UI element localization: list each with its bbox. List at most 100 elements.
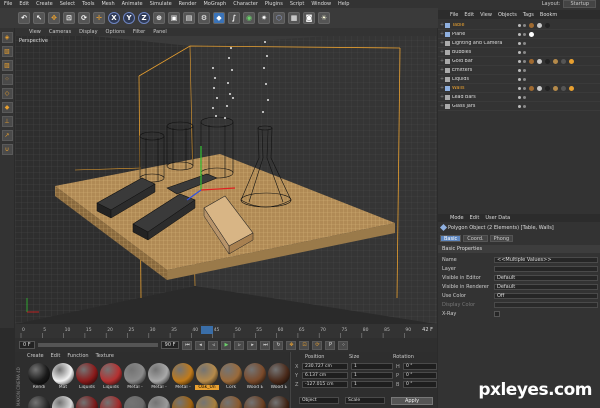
- visibility-editor-dot[interactable]: [518, 68, 521, 72]
- undo-icon[interactable]: ↶: [18, 12, 30, 24]
- use-color-dropdown[interactable]: Off: [494, 293, 598, 299]
- light-icon[interactable]: ☀: [318, 12, 330, 24]
- cube-icon[interactable]: ◆: [213, 12, 225, 24]
- menu-file[interactable]: File: [4, 1, 12, 7]
- rotation-b-field[interactable]: 0 °: [403, 381, 437, 388]
- go-to-start-icon[interactable]: ⏮: [182, 340, 193, 350]
- visibility-editor-dot[interactable]: [518, 41, 521, 45]
- start-frame-field[interactable]: 0 F: [19, 341, 35, 349]
- visibility-render-dot[interactable]: [523, 77, 526, 81]
- viewport-menu-view[interactable]: View: [29, 29, 41, 35]
- material-tag-icon[interactable]: [553, 58, 558, 64]
- attribute-menu-userdata[interactable]: User Data: [485, 215, 510, 221]
- material-menu-texture[interactable]: Texture: [96, 353, 114, 359]
- menu-mesh[interactable]: Mesh: [101, 1, 114, 7]
- visibility-editor-dot[interactable]: [518, 95, 521, 99]
- object-menu-file[interactable]: File: [450, 12, 458, 18]
- material-swatch[interactable]: Wood E: [243, 362, 267, 394]
- menu-script[interactable]: Script: [290, 1, 305, 7]
- material-swatch[interactable]: [244, 396, 266, 408]
- position-x-field[interactable]: 230.727 cm: [302, 363, 348, 370]
- size-y-field[interactable]: 1: [351, 372, 393, 379]
- object-menu-view[interactable]: View: [480, 12, 492, 18]
- visibility-render-dot[interactable]: [523, 68, 526, 72]
- visibility-render-dot[interactable]: [523, 95, 526, 99]
- previous-key-icon[interactable]: ◂: [195, 340, 206, 350]
- object-row[interactable]: + Table: [438, 21, 600, 30]
- object-row[interactable]: + Plane: [438, 30, 600, 39]
- next-key-icon[interactable]: ▸: [247, 340, 258, 350]
- live-select-icon[interactable]: ↖: [33, 12, 45, 24]
- menu-plugins[interactable]: Plugins: [265, 1, 283, 7]
- material-swatch[interactable]: [100, 396, 122, 408]
- visible-renderer-dropdown[interactable]: Default: [494, 284, 598, 290]
- material-tag-icon[interactable]: [529, 85, 534, 91]
- viewport-menu-display[interactable]: Display: [79, 29, 97, 35]
- points-mode-icon[interactable]: ⁘: [1, 74, 13, 85]
- object-menu-objects[interactable]: Objects: [498, 12, 517, 18]
- menu-create[interactable]: Create: [36, 1, 53, 7]
- size-z-field[interactable]: 1: [351, 381, 393, 388]
- visibility-editor-dot[interactable]: [518, 32, 521, 36]
- menu-edit[interactable]: Edit: [19, 1, 29, 7]
- viewport-menu-filter[interactable]: Filter: [133, 29, 145, 35]
- viewport-menu-options[interactable]: Options: [106, 29, 125, 35]
- make-editable-icon[interactable]: ◈: [1, 32, 13, 43]
- expand-icon[interactable]: +: [438, 86, 444, 91]
- layout-dropdown[interactable]: Startup: [563, 0, 596, 8]
- menu-simulate[interactable]: Simulate: [150, 1, 172, 7]
- scale-icon[interactable]: ⊡: [63, 12, 75, 24]
- material-swatch[interactable]: Wood E: [267, 362, 291, 394]
- material-swatch[interactable]: Oak_Un: [195, 362, 219, 394]
- layer-field[interactable]: [494, 266, 598, 272]
- visibility-editor-dot[interactable]: [518, 50, 521, 54]
- material-swatch[interactable]: [28, 396, 50, 408]
- visibility-render-dot[interactable]: [523, 59, 526, 63]
- expand-icon[interactable]: +: [438, 23, 444, 28]
- material-tag-icon[interactable]: [561, 58, 566, 64]
- name-field[interactable]: <<Multiple Values>>: [494, 257, 598, 263]
- perspective-viewport[interactable]: View Cameras Display Options Filter Pane…: [15, 28, 437, 324]
- object-row[interactable]: + Emitters: [438, 66, 600, 75]
- expand-icon[interactable]: +: [438, 68, 444, 73]
- axis-mode-icon[interactable]: ⊥: [1, 116, 13, 127]
- material-menu-create[interactable]: Create: [27, 353, 44, 359]
- tab-basic[interactable]: Basic: [440, 235, 462, 242]
- next-frame-icon[interactable]: ▹: [234, 340, 245, 350]
- visibility-render-dot[interactable]: [523, 23, 526, 27]
- expand-icon[interactable]: +: [438, 77, 444, 82]
- spline-icon[interactable]: ∫: [228, 12, 240, 24]
- object-name[interactable]: Lead Bars: [450, 95, 510, 100]
- timeline-ruler[interactable]: 0 5 10 15 20 25 30 35 40 45 50 55 60 65 70 75 80 85 90 42 …: [15, 324, 437, 338]
- tab-phong[interactable]: Phong: [489, 235, 514, 242]
- menu-tools[interactable]: Tools: [82, 1, 94, 7]
- visibility-render-dot[interactable]: [523, 104, 526, 108]
- menu-mograph[interactable]: MoGraph: [203, 1, 226, 7]
- object-menu-bookmarks[interactable]: Bookm: [540, 12, 557, 18]
- array-icon[interactable]: ✷: [258, 12, 270, 24]
- deformer-icon[interactable]: ⬡: [273, 12, 285, 24]
- transform-icon[interactable]: ✛: [93, 12, 105, 24]
- material-tag-icon[interactable]: [569, 58, 574, 64]
- material-swatch[interactable]: [52, 396, 74, 408]
- object-row[interactable]: + Lighting and Camera: [438, 39, 600, 48]
- menu-window[interactable]: Window: [311, 1, 331, 7]
- visibility-render-dot[interactable]: [523, 50, 526, 54]
- display-color-swatch[interactable]: [494, 302, 598, 308]
- object-name[interactable]: Bubbles: [450, 50, 510, 55]
- menu-select[interactable]: Select: [60, 1, 75, 7]
- visibility-render-dot[interactable]: [523, 86, 526, 90]
- material-tag-icon[interactable]: [561, 85, 566, 91]
- material-swatch[interactable]: [76, 396, 98, 408]
- material-tag-icon[interactable]: [553, 85, 558, 91]
- rotation-p-field[interactable]: 0 °: [403, 372, 437, 379]
- visibility-editor-dot[interactable]: [518, 86, 521, 90]
- y-axis-toggle[interactable]: Y: [123, 12, 135, 24]
- nurbs-icon[interactable]: ◉: [243, 12, 255, 24]
- model-mode-icon[interactable]: ▧: [1, 46, 13, 57]
- viewport-menu-cameras[interactable]: Cameras: [49, 29, 71, 35]
- xray-checkbox[interactable]: [494, 311, 500, 317]
- scene-icon[interactable]: ▦: [288, 12, 300, 24]
- loop-icon[interactable]: ↻: [273, 340, 284, 350]
- rotate-icon[interactable]: ⟳: [78, 12, 90, 24]
